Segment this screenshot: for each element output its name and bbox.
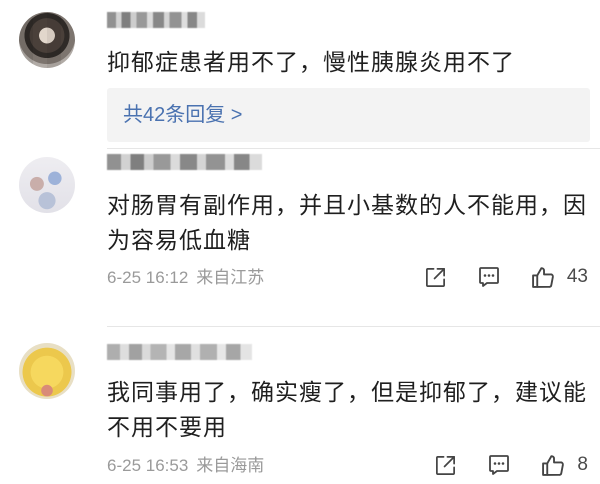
username-blurred[interactable] — [107, 154, 262, 170]
avatar[interactable] — [19, 12, 75, 68]
share-icon[interactable] — [434, 454, 457, 477]
username-blurred[interactable] — [107, 344, 252, 360]
comment-actions: 8 — [434, 452, 588, 478]
comment-location: 来自江苏 — [196, 268, 265, 287]
username-blurred[interactable] — [107, 12, 205, 28]
comment-button[interactable] — [487, 453, 511, 477]
like-button[interactable]: 43 — [531, 265, 588, 290]
like-count: 8 — [577, 454, 588, 475]
like-button[interactable]: 8 — [541, 453, 588, 478]
comment-time: 6-25 16:53 — [107, 456, 189, 475]
comment-meta: 6-25 16:53 来自海南 — [107, 455, 264, 477]
divider — [107, 326, 600, 327]
avatar[interactable] — [19, 343, 75, 399]
comment-actions: 43 — [424, 264, 588, 290]
comment-list: 抑郁症患者用不了，慢性胰腺炎用不了 共42条回复 > 对肠胃有副作用，并且小基数… — [0, 0, 600, 484]
divider — [107, 148, 600, 149]
comment-meta: 6-25 16:12 来自江苏 — [107, 267, 264, 289]
comment-icon[interactable] — [477, 265, 501, 289]
share-button[interactable] — [424, 266, 447, 289]
comment-location: 来自海南 — [196, 456, 265, 475]
replies-label[interactable]: 共42条回复 > — [123, 103, 242, 127]
like-count: 43 — [566, 266, 588, 287]
comment-button[interactable] — [477, 265, 501, 289]
comment-text: 抑郁症患者用不了，慢性胰腺炎用不了 — [107, 49, 515, 75]
comment-text: 对肠胃有副作用，并且小基数的人不能用，因为容易低血糖 — [107, 192, 587, 253]
replies-link[interactable]: 共42条回复 > — [107, 88, 590, 142]
comment-text: 我同事用了，确实瘦了，但是抑郁了，建议能不用不要用 — [107, 379, 587, 440]
avatar[interactable] — [19, 157, 75, 213]
comment-icon[interactable] — [487, 453, 511, 477]
share-icon[interactable] — [424, 266, 447, 289]
thumbs-up-icon[interactable] — [531, 265, 556, 290]
thumbs-up-icon[interactable] — [541, 453, 566, 478]
share-button[interactable] — [434, 454, 457, 477]
comment-time: 6-25 16:12 — [107, 268, 189, 287]
